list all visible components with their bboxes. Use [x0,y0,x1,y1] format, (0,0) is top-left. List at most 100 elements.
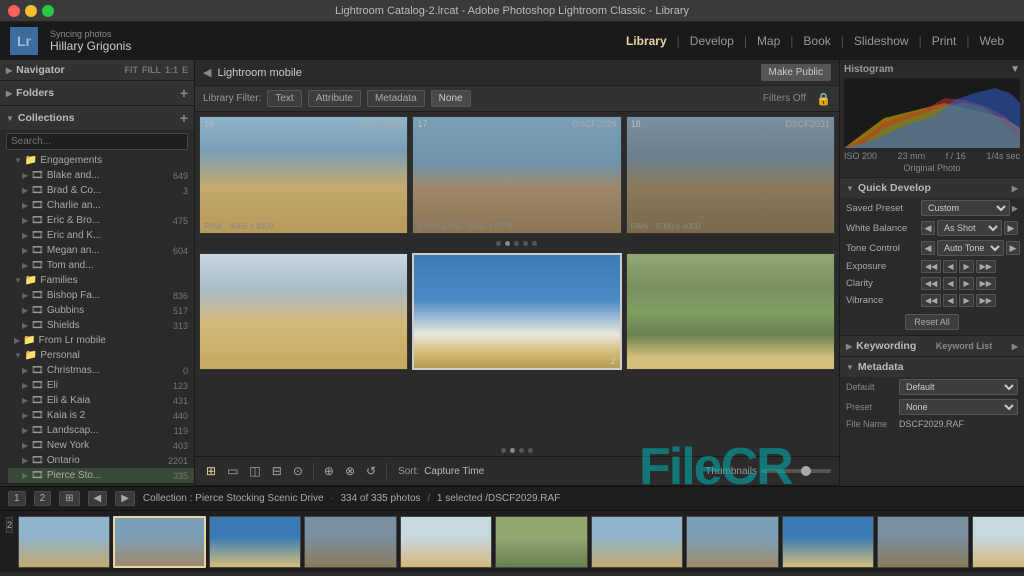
collection-eli-kaia[interactable]: ▶🎞Eli & Kaia431 [8,393,194,408]
filmstrip-thumb-7[interactable] [591,516,683,568]
filmstrip-thumb-1[interactable] [18,516,110,568]
collections-add-btn[interactable]: + [180,110,188,126]
metadata-header[interactable]: ▼ Metadata [840,356,1024,377]
wb-next-btn[interactable]: ▶ [1004,221,1018,235]
close-btn[interactable] [8,5,20,17]
tone-next-btn[interactable]: ▶ [1006,241,1020,255]
group-engagements[interactable]: ▼ 📁 Engagements [0,153,194,168]
metadata-default-select[interactable]: Default [899,379,1018,395]
collection-gubbins[interactable]: ▶🎞Gubbins517 [8,303,194,318]
folders-header[interactable]: ▶ Folders + [0,81,194,105]
clarity-inc-btn[interactable]: ▶ [959,277,973,290]
vibrance-inc-inc-btn[interactable]: ▶▶ [976,294,996,307]
back-btn[interactable]: ◀ [88,491,108,506]
collection-bishop[interactable]: ▶🎞Bishop Fa...836 [8,288,194,303]
filmstrip-thumb-10[interactable] [877,516,969,568]
filter-metadata[interactable]: Metadata [367,90,425,107]
next-page-btn[interactable]: 2 [34,491,52,506]
collection-christmas[interactable]: ▶🎞Christmas...0 [8,363,194,378]
photo-cell-dunes[interactable] [199,253,408,371]
forward-btn[interactable]: ▶ [115,491,135,506]
grid-btn[interactable]: ⊞ [59,491,79,506]
photo-cell-17[interactable]: 17 DSCF2029 RAW+JPEG · 5666 x 3778 [412,116,621,234]
collection-brad[interactable]: ▶🎞Brad & Co...3 [8,183,194,198]
tone-control-select[interactable]: Auto Tone [937,240,1004,256]
group-families[interactable]: ▼ 📁 Families [0,273,194,288]
photo-cell-18[interactable]: 18 DSCF2031 RAW · 6000 x 4000 [626,116,835,234]
collection-shields[interactable]: ▶🎞Shields313 [8,318,194,333]
filmstrip-thumb-4[interactable] [304,516,396,568]
collection-kaia2[interactable]: ▶🎞Kaia is 2440 [8,408,194,423]
photo-cell-green[interactable] [626,253,835,371]
collection-newyork[interactable]: ▶🎞New York403 [8,438,194,453]
collections-header[interactable]: ▼ Collections + [0,106,194,130]
collection-tom[interactable]: ▶🎞Tom and... [8,258,194,273]
collection-eric-bro[interactable]: ▶🎞Eric & Bro...475 [8,213,194,228]
filmstrip-thumb-9[interactable] [782,516,874,568]
filter-tool-btn[interactable]: ⊗ [342,462,358,480]
keywording-header[interactable]: ▶ Keywording Keyword List ▶ [840,335,1024,356]
folders-add-btn[interactable]: + [180,85,188,101]
filmstrip-thumb-5[interactable] [400,516,492,568]
loupe-view-btn[interactable]: ▭ [224,462,241,480]
group-lr-mobile[interactable]: ▶ 📁 From Lr mobile [0,333,194,348]
make-public-button[interactable]: Make Public [761,64,831,81]
collection-megan[interactable]: ▶🎞Megan an...604 [8,243,194,258]
exposure-dec-btn[interactable]: ◀ [943,260,957,273]
vibrance-dec-dec-btn[interactable]: ◀◀ [921,294,941,307]
nav-print[interactable]: Print [922,30,967,52]
vibrance-dec-btn[interactable]: ◀ [943,294,957,307]
grid-view-btn[interactable]: ⊞ [203,462,219,480]
saved-preset-arrow[interactable]: ▶ [1012,204,1018,213]
exposure-dec-dec-btn[interactable]: ◀◀ [921,260,941,273]
reset-all-button[interactable]: Reset All [905,314,959,330]
compare-view-btn[interactable]: ◫ [246,462,263,480]
collection-eric-k[interactable]: ▶🎞Eric and K... [8,228,194,243]
filmstrip-thumb-8[interactable] [686,516,778,568]
filmstrip-thumb-2[interactable] [113,516,205,568]
white-balance-select[interactable]: As Shot [937,220,1002,236]
sort-value[interactable]: Capture Time [424,466,484,477]
survey-view-btn[interactable]: ⊟ [269,462,285,480]
filter-attribute[interactable]: Attribute [308,90,361,107]
photo-cell-sky[interactable]: 2 [412,253,621,371]
quick-develop-header[interactable]: ▼ Quick Develop ▶ [840,177,1024,198]
clarity-dec-btn[interactable]: ◀ [943,277,957,290]
maximize-btn[interactable] [42,5,54,17]
metadata-preset-select[interactable]: None [899,399,1018,415]
nav-library[interactable]: Library [616,30,677,52]
filmstrip-thumb-3[interactable] [209,516,301,568]
mobile-bar-collapse[interactable]: ◀ [203,66,211,79]
minimize-btn[interactable] [25,5,37,17]
collection-eli[interactable]: ▶🎞Eli123 [8,378,194,393]
collection-charlie[interactable]: ▶🎞Charlie an... [8,198,194,213]
nav-map[interactable]: Map [747,30,790,52]
vibrance-inc-btn[interactable]: ▶ [959,294,973,307]
clarity-dec-dec-btn[interactable]: ◀◀ [921,277,941,290]
nav-slideshow[interactable]: Slideshow [844,30,919,52]
tone-prev-btn[interactable]: ◀ [921,241,935,255]
exposure-inc-inc-btn[interactable]: ▶▶ [976,260,996,273]
collection-landscape[interactable]: ▶🎞Landscap...119 [8,423,194,438]
thumbnail-slider-knob[interactable] [801,466,811,476]
spray-tool-btn[interactable]: ⊕ [321,462,337,480]
clarity-inc-inc-btn[interactable]: ▶▶ [976,277,996,290]
filter-none[interactable]: None [431,90,471,107]
saved-preset-select[interactable]: Custom [921,200,1010,216]
wb-prev-btn[interactable]: ◀ [921,221,935,235]
filmstrip-thumb-6[interactable] [495,516,587,568]
nav-book[interactable]: Book [793,30,840,52]
collection-search-input[interactable] [6,133,188,150]
rotate-tool-btn[interactable]: ↺ [363,462,379,480]
exposure-inc-btn[interactable]: ▶ [959,260,973,273]
filmstrip-thumb-11[interactable] [972,516,1024,568]
nav-web[interactable]: Web [970,30,1014,52]
photo-cell-16[interactable]: 16 DSCF2028 RAW · 6066 x 4000 [199,116,408,234]
thumbnail-slider[interactable] [761,469,831,473]
people-view-btn[interactable]: ⊙ [290,462,306,480]
navigator-header[interactable]: ▶ Navigator FIT FILL 1:1 E [0,60,194,80]
nav-develop[interactable]: Develop [680,30,744,52]
collection-blake[interactable]: ▶🎞Blake and...649 [8,168,194,183]
group-personal[interactable]: ▼ 📁 Personal [0,348,194,363]
histogram-header[interactable]: Histogram ▼ [844,64,1020,75]
